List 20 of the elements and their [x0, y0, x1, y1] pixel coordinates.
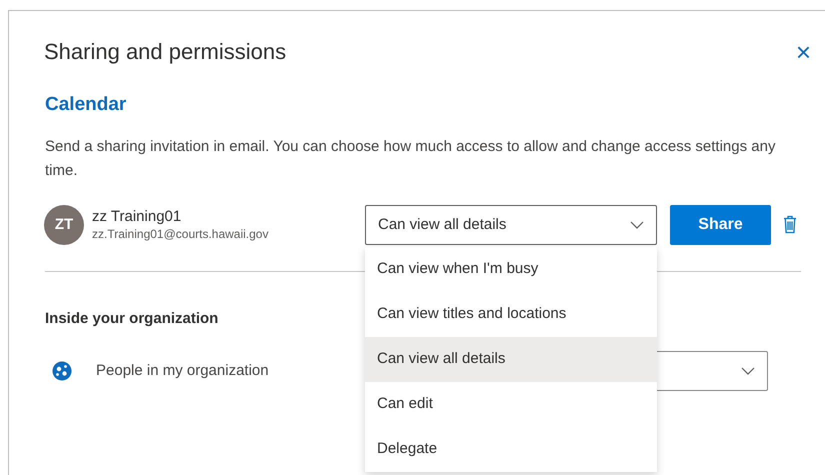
chevron-down-icon: [741, 366, 755, 375]
close-button[interactable]: ×: [794, 39, 813, 65]
section-heading: Inside your organization: [45, 308, 218, 329]
avatar: ZT: [44, 204, 84, 245]
chevron-down-icon: [630, 220, 644, 229]
organization-icon: [52, 360, 72, 381]
permission-dropdown[interactable]: Can view all details: [365, 204, 657, 245]
dialog-title: Sharing and permissions: [44, 39, 286, 66]
share-button[interactable]: Share: [670, 204, 771, 245]
menu-option[interactable]: Can view titles and locations: [365, 292, 657, 337]
menu-option[interactable]: Can view when I'm busy: [365, 246, 657, 292]
person-email: zz.Training01@courts.hawaii.gov: [92, 226, 268, 242]
trash-icon: [783, 215, 797, 234]
menu-option[interactable]: Delegate: [365, 426, 657, 472]
organization-name: People in my organization: [96, 360, 269, 381]
menu-option[interactable]: Can edit: [365, 382, 657, 427]
person-name: zz Training01: [92, 208, 182, 226]
calendar-name: Calendar: [45, 93, 128, 118]
description-text: Send a sharing invitation in email. You can choose how much access to allow and change access settings any time.: [45, 136, 776, 181]
menu-option[interactable]: Can view all details: [365, 336, 657, 382]
